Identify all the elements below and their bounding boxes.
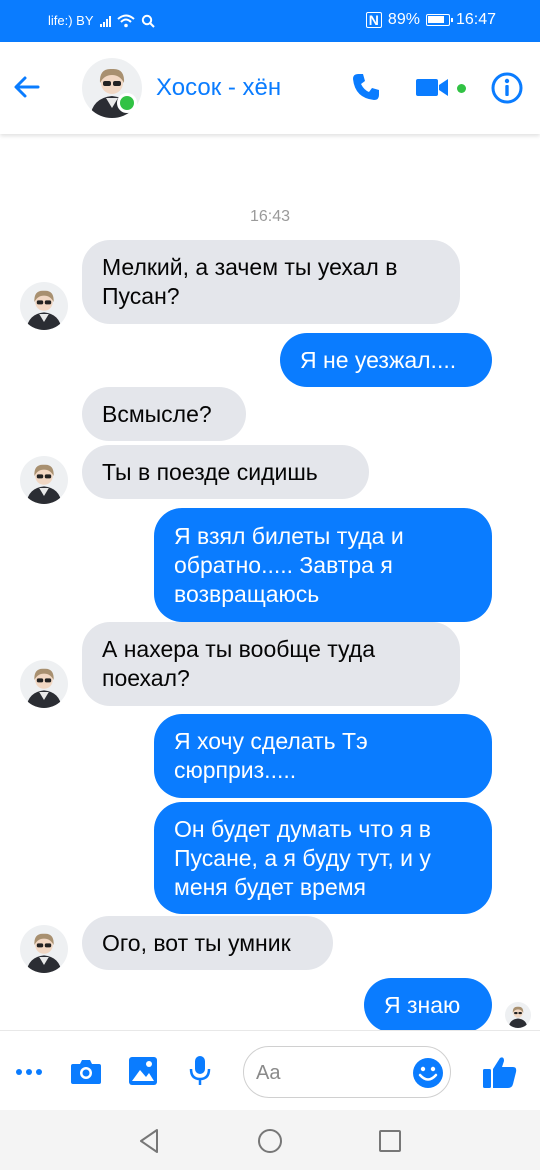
status-bar: life:) BY N 89% 16:47 <box>0 0 540 42</box>
chat-timestamp: 16:43 <box>249 208 291 225</box>
wifi-icon <box>116 14 135 27</box>
camera-icon[interactable] <box>70 1057 102 1085</box>
message-outgoing[interactable]: Я не уезжал.... <box>280 333 492 387</box>
avatar-photo <box>20 925 68 973</box>
message-incoming[interactable]: А нахера ты вообще туда поехал? <box>82 622 460 706</box>
nav-home-icon[interactable] <box>255 1126 285 1156</box>
carrier-label: life:) BY <box>48 13 94 28</box>
avatar-photo <box>20 660 68 708</box>
message-incoming[interactable]: Ты в поезде сидишь <box>82 445 369 499</box>
video-camera-icon[interactable] <box>414 73 450 101</box>
microphone-icon[interactable] <box>188 1055 212 1087</box>
online-indicator <box>117 93 137 113</box>
info-icon[interactable] <box>490 71 524 105</box>
more-icon[interactable] <box>14 1059 44 1085</box>
message-incoming[interactable]: Мелкий, а зачем ты уехал в Пусан? <box>82 240 460 324</box>
image-icon[interactable] <box>128 1056 158 1086</box>
sender-avatar[interactable] <box>20 660 68 708</box>
avatar-photo <box>20 456 68 504</box>
like-icon[interactable] <box>482 1055 518 1089</box>
clock: 16:47 <box>455 11 496 28</box>
sender-avatar[interactable] <box>20 925 68 973</box>
signal-icon <box>99 15 111 27</box>
chat-header: Хосок - хён <box>0 42 540 134</box>
phone-icon[interactable] <box>349 70 383 104</box>
sender-avatar[interactable] <box>20 282 68 330</box>
nav-back-icon[interactable] <box>135 1126 165 1156</box>
message-outgoing[interactable]: Он будет думать что я в Пусане, а я буду… <box>154 802 492 914</box>
message-incoming[interactable]: Ого, вот ты умник <box>82 916 333 970</box>
back-arrow-icon[interactable] <box>10 70 44 104</box>
sender-avatar[interactable] <box>20 456 68 504</box>
message-composer <box>0 1030 540 1110</box>
battery-percent: 89% <box>387 11 420 28</box>
search-icon <box>141 14 155 28</box>
message-incoming[interactable]: Всмысле? <box>82 387 246 441</box>
nfc-icon: N <box>365 12 382 28</box>
message-input-box[interactable] <box>243 1046 451 1098</box>
system-navigation-bar <box>0 1110 540 1170</box>
avatar-photo <box>505 1002 531 1028</box>
message-input[interactable] <box>256 1059 406 1087</box>
avatar-photo <box>20 282 68 330</box>
seen-avatar <box>505 1002 531 1028</box>
battery-icon <box>425 14 453 26</box>
video-online-dot <box>457 84 466 93</box>
nav-recents-icon[interactable] <box>375 1126 405 1156</box>
message-outgoing[interactable]: Я знаю <box>364 978 492 1032</box>
contact-name[interactable]: Хосок - хён <box>156 74 281 102</box>
message-outgoing[interactable]: Я взял билеты туда и обратно..... Завтра… <box>154 508 492 622</box>
emoji-icon[interactable] <box>412 1057 444 1089</box>
message-outgoing[interactable]: Я хочу сделать Тэ сюрприз..... <box>154 714 492 798</box>
